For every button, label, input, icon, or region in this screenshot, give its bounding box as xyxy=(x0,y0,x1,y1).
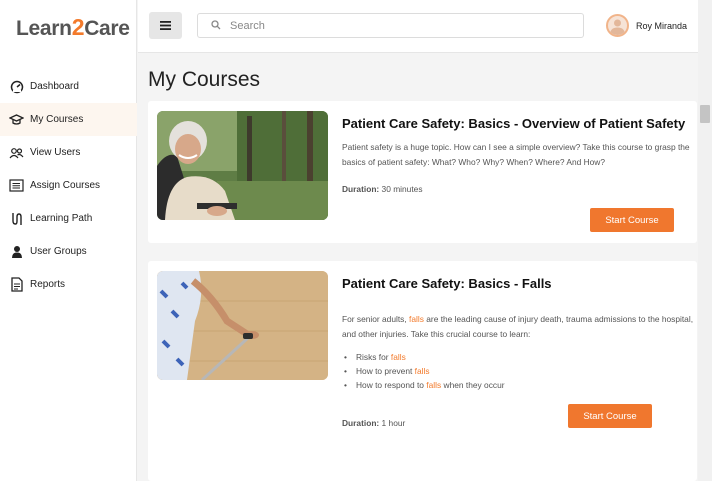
user-menu[interactable]: Roy Miranda xyxy=(606,14,687,37)
menu-toggle-button[interactable] xyxy=(149,12,182,39)
avatar xyxy=(606,14,629,37)
highlight-text: falls xyxy=(409,314,424,324)
list-assign-icon xyxy=(9,178,24,193)
bullet-text: How to prevent xyxy=(356,366,415,376)
graduation-cap-icon xyxy=(9,112,24,127)
bullet-text: Risks for xyxy=(356,352,391,362)
course-description: For senior adults, falls are the leading… xyxy=(342,312,694,342)
sidebar-item-label: Learning Path xyxy=(30,213,93,224)
page-title: My Courses xyxy=(148,68,261,91)
course-thumbnail-fall[interactable] xyxy=(157,271,328,380)
highlight-text: falls xyxy=(426,380,442,390)
start-course-button[interactable]: Start Course xyxy=(568,404,652,428)
course-description: Patient safety is a huge topic. How can … xyxy=(342,142,690,167)
bullet-text: when they occur xyxy=(441,380,505,390)
logo-text-2: 2 xyxy=(71,14,85,40)
duration-label: Duration: xyxy=(342,418,380,428)
learning-objectives-list: Risks for falls How to prevent falls How… xyxy=(342,350,505,392)
learn2care-logo[interactable]: Learn2Care xyxy=(16,14,130,41)
users-icon xyxy=(9,145,24,160)
scrollbar[interactable] xyxy=(698,0,712,481)
description-text: For senior adults, xyxy=(342,314,410,324)
course-title[interactable]: Patient Care Safety: Basics - Falls xyxy=(342,276,552,291)
speedometer-icon xyxy=(9,79,24,94)
user-name: Roy Miranda xyxy=(636,20,688,31)
path-icon xyxy=(9,211,24,226)
sidebar-item-label: My Courses xyxy=(30,114,84,125)
duration-value: 1 hour xyxy=(381,418,406,428)
duration-label: Duration: xyxy=(342,184,380,194)
list-item: How to prevent falls xyxy=(342,364,505,378)
top-bar: Roy Miranda xyxy=(138,0,698,53)
user-icon xyxy=(9,244,24,259)
sidebar-item-label: View Users xyxy=(30,147,81,158)
sidebar-item-user-groups[interactable]: User Groups xyxy=(0,235,137,268)
document-icon xyxy=(9,277,24,292)
course-thumbnail-elderly-woman[interactable] xyxy=(157,111,328,220)
search-box xyxy=(197,13,584,38)
course-card: Patient Care Safety: Basics - Overview o… xyxy=(148,101,697,243)
sidebar-item-label: Assign Courses xyxy=(30,180,101,191)
hamburger-icon xyxy=(160,17,171,35)
logo-text-learn: Learn xyxy=(16,17,72,40)
sidebar-item-label: User Groups xyxy=(30,246,87,257)
sidebar-item-assign-courses[interactable]: Assign Courses xyxy=(0,169,137,202)
sidebar: Learn2Care Dashboard My Courses View Use… xyxy=(0,0,137,481)
highlight-text: falls xyxy=(390,352,406,362)
sidebar-item-learning-path[interactable]: Learning Path xyxy=(0,202,137,235)
search-input[interactable] xyxy=(230,19,570,32)
course-duration: Duration: 1 hour xyxy=(342,418,405,428)
bullet-text: How to respond to xyxy=(356,380,427,390)
course-duration: Duration: 30 minutes xyxy=(342,184,423,194)
logo-text-care: Care xyxy=(84,17,130,40)
list-item: Risks for falls xyxy=(342,350,505,364)
course-card: Patient Care Safety: Basics - Falls For … xyxy=(148,261,697,481)
list-item: How to respond to falls when they occur xyxy=(342,378,505,392)
sidebar-item-label: Reports xyxy=(30,279,66,290)
sidebar-item-dashboard[interactable]: Dashboard xyxy=(0,70,137,103)
search-icon xyxy=(211,17,221,35)
sidebar-nav: Dashboard My Courses View Users Assign C… xyxy=(0,70,137,301)
sidebar-item-my-courses[interactable]: My Courses xyxy=(0,103,137,136)
sidebar-item-reports[interactable]: Reports xyxy=(0,268,137,301)
start-course-button[interactable]: Start Course xyxy=(590,208,674,232)
duration-value: 30 minutes xyxy=(381,184,423,194)
scrollbar-thumb[interactable] xyxy=(700,105,710,123)
highlight-text: falls xyxy=(414,366,430,376)
sidebar-item-label: Dashboard xyxy=(30,81,79,92)
sidebar-item-view-users[interactable]: View Users xyxy=(0,136,137,169)
course-title[interactable]: Patient Care Safety: Basics - Overview o… xyxy=(342,116,685,131)
